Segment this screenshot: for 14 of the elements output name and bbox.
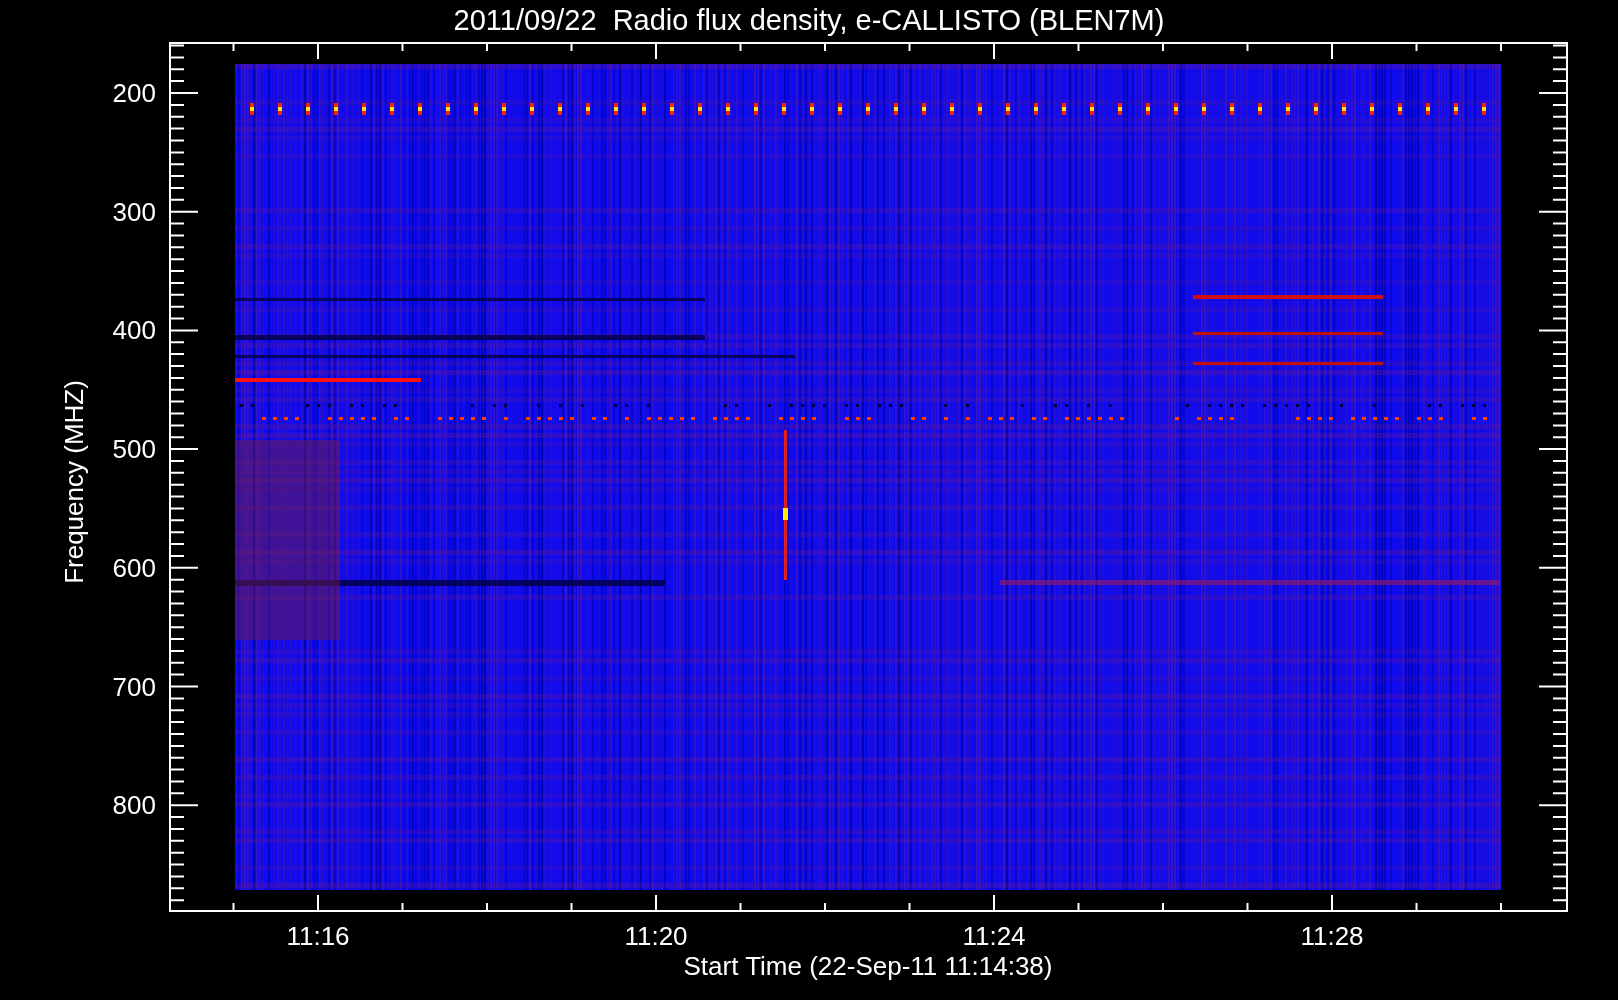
y-tick-label: 400 (112, 315, 156, 346)
x-tick-label: 11:24 (962, 921, 1026, 951)
y-tick-label: 700 (112, 671, 156, 702)
y-tick-label: 200 (112, 78, 156, 108)
y-tick-label: 800 (112, 790, 156, 821)
y-tick-label: 300 (112, 196, 156, 227)
x-axis-label: Start Time (22-Sep-11 11:14:38) (683, 951, 1053, 981)
y-tick-label: 600 (112, 552, 156, 583)
y-axis-label: Frequency (MHZ) (59, 380, 89, 584)
x-tick-label: 11:16 (286, 921, 350, 951)
x-tick-label: 11:20 (624, 921, 688, 951)
chart-title: 2011/09/22 Radio flux density, e-CALLISTO (BLEN7M) (453, 4, 1165, 36)
y-tick-label: 500 (112, 434, 156, 465)
x-tick-label: 11:28 (1300, 921, 1364, 951)
